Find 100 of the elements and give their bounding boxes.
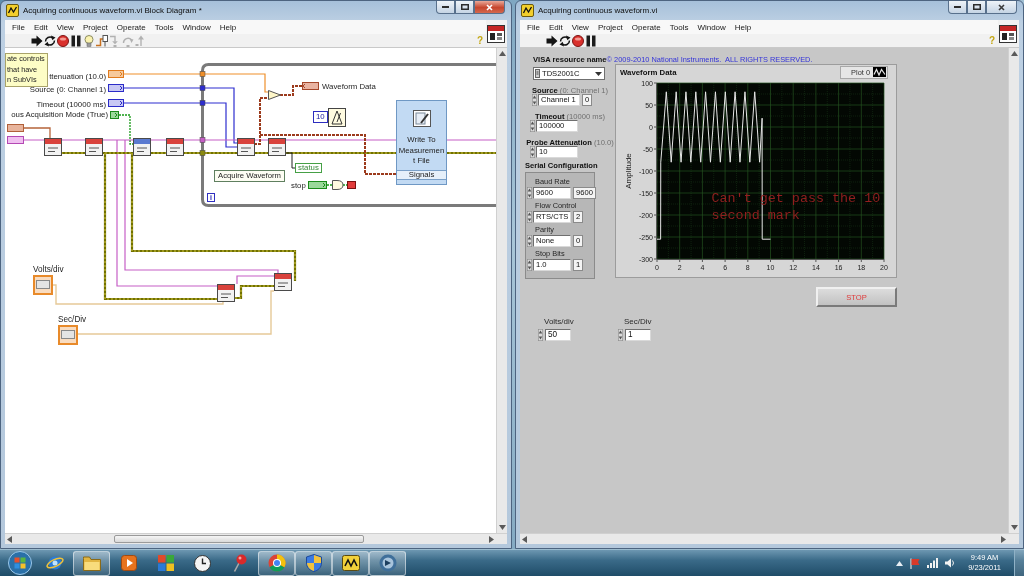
minimize-button[interactable] (948, 1, 967, 14)
menu-item[interactable]: Project (78, 21, 113, 33)
close-button[interactable] (986, 1, 1017, 14)
cycle-arrows-icon[interactable] (44, 34, 56, 47)
scrollbar-thumb[interactable] (114, 535, 364, 543)
wire-tunnel (199, 100, 206, 106)
menu-item[interactable]: Help (730, 21, 756, 33)
menu-item[interactable]: Tools (665, 21, 693, 33)
subvi-icon (217, 284, 235, 302)
menu-item[interactable]: Tools (150, 21, 178, 33)
show-desktop-button[interactable] (1014, 550, 1024, 576)
stop-icon[interactable] (57, 34, 69, 47)
menu-item[interactable]: Window (177, 21, 216, 33)
menu-item[interactable]: Project (593, 21, 628, 33)
segmented-circle-icon (267, 554, 286, 572)
cycle-arrows-icon[interactable] (559, 34, 571, 47)
flag-icon[interactable] (910, 557, 921, 569)
waveform-tile-icon (341, 555, 360, 571)
plot-style-icon (873, 67, 886, 77)
subvi-icon (85, 138, 103, 156)
menu-item[interactable]: File (522, 21, 545, 33)
boolean-terminal-icon (110, 111, 119, 119)
numeric-field[interactable]: 50 (545, 329, 571, 341)
vertical-scrollbar[interactable] (496, 48, 507, 533)
menu-item[interactable]: Operate (627, 21, 666, 33)
wire (279, 85, 303, 96)
up-arrow-icon[interactable] (1010, 51, 1018, 56)
increment-arrows-icon[interactable] (618, 329, 623, 341)
menu-item[interactable]: Edit (29, 21, 53, 33)
taskbar-button[interactable] (332, 550, 369, 576)
terminal-label: Sec/Div (58, 315, 87, 324)
increment-arrows-icon[interactable] (538, 329, 543, 341)
control-label: Sec/Div (624, 317, 652, 327)
maximize-icon (460, 4, 469, 10)
horizontal-scrollbar[interactable] (5, 533, 507, 544)
right-arrow-icon[interactable] (1001, 535, 1006, 543)
minimize-icon (442, 6, 449, 8)
shield-icon (305, 554, 322, 572)
start-button[interactable] (7, 550, 33, 576)
subvi-icon (44, 138, 62, 156)
wire-probe-icon[interactable] (96, 34, 108, 47)
window-title: Acquiring continuous waveform.vi Block Diagram * (23, 6, 202, 15)
stop-icon[interactable] (572, 34, 584, 47)
menu-item[interactable]: Operate (112, 21, 151, 33)
left-arrow-icon[interactable] (522, 535, 527, 543)
terminal-icon (7, 124, 24, 132)
subvi-icon (268, 138, 286, 156)
tiles-icon (157, 555, 174, 571)
metronome-icon (328, 108, 346, 127)
maximize-icon (972, 4, 981, 10)
increment-arrows-icon[interactable] (527, 259, 532, 271)
menu-item[interactable]: Edit (544, 21, 568, 33)
stop-sign-icon (347, 181, 356, 189)
pause-icon[interactable] (585, 34, 597, 47)
minimize-button[interactable] (436, 1, 455, 14)
right-arrow-icon[interactable] (489, 535, 494, 543)
terminal-icon (7, 136, 24, 144)
down-arrow-icon[interactable] (498, 525, 506, 530)
compare-function-icon (268, 90, 281, 100)
increment-arrows-icon[interactable] (527, 211, 532, 223)
increment-arrows-icon[interactable] (532, 94, 537, 106)
subvi-icon (237, 138, 255, 156)
document-pencil-icon (412, 110, 431, 127)
increment-arrows-icon[interactable] (527, 187, 532, 199)
orbit-globe-icon (45, 554, 64, 572)
network-bars-icon[interactable] (927, 558, 939, 568)
left-arrow-icon[interactable] (7, 535, 12, 543)
pause-icon[interactable] (70, 34, 82, 47)
horizontal-scrollbar[interactable] (520, 533, 1019, 544)
menu-item[interactable]: View (567, 21, 594, 33)
run-arrow-icon[interactable] (546, 34, 558, 47)
folder-icon (82, 555, 101, 571)
numeric-terminal-icon (33, 275, 53, 295)
menu-item[interactable]: Help (215, 21, 241, 33)
close-button[interactable] (474, 1, 505, 14)
wire-tunnel (199, 71, 206, 77)
clock-icon (194, 554, 211, 572)
app-icon (6, 4, 19, 17)
menu-item[interactable]: View (52, 21, 79, 33)
maximize-button[interactable] (967, 1, 986, 14)
indicator-terminal-icon (302, 82, 319, 90)
wire (326, 184, 333, 186)
vertical-scrollbar[interactable] (1008, 48, 1019, 533)
boolean-terminal-icon (308, 181, 327, 189)
up-arrow-icon[interactable] (498, 51, 506, 56)
menu-item[interactable]: File (7, 21, 30, 33)
maximize-button[interactable] (455, 1, 474, 14)
speaker-icon[interactable] (945, 558, 956, 568)
menu-item[interactable]: Window (692, 21, 731, 33)
up-arrow-icon[interactable] (896, 560, 904, 566)
subvi-icon (166, 138, 184, 156)
increment-arrows-icon[interactable] (530, 120, 535, 132)
run-arrow-icon[interactable] (31, 34, 43, 47)
pushpin-icon (232, 554, 247, 572)
numeric-field[interactable]: 1 (625, 329, 651, 341)
wire-tunnel (199, 85, 206, 91)
down-arrow-icon[interactable] (1010, 525, 1018, 530)
wire (342, 184, 348, 186)
increment-arrows-icon[interactable] (527, 235, 532, 247)
increment-arrows-icon[interactable] (530, 146, 535, 158)
